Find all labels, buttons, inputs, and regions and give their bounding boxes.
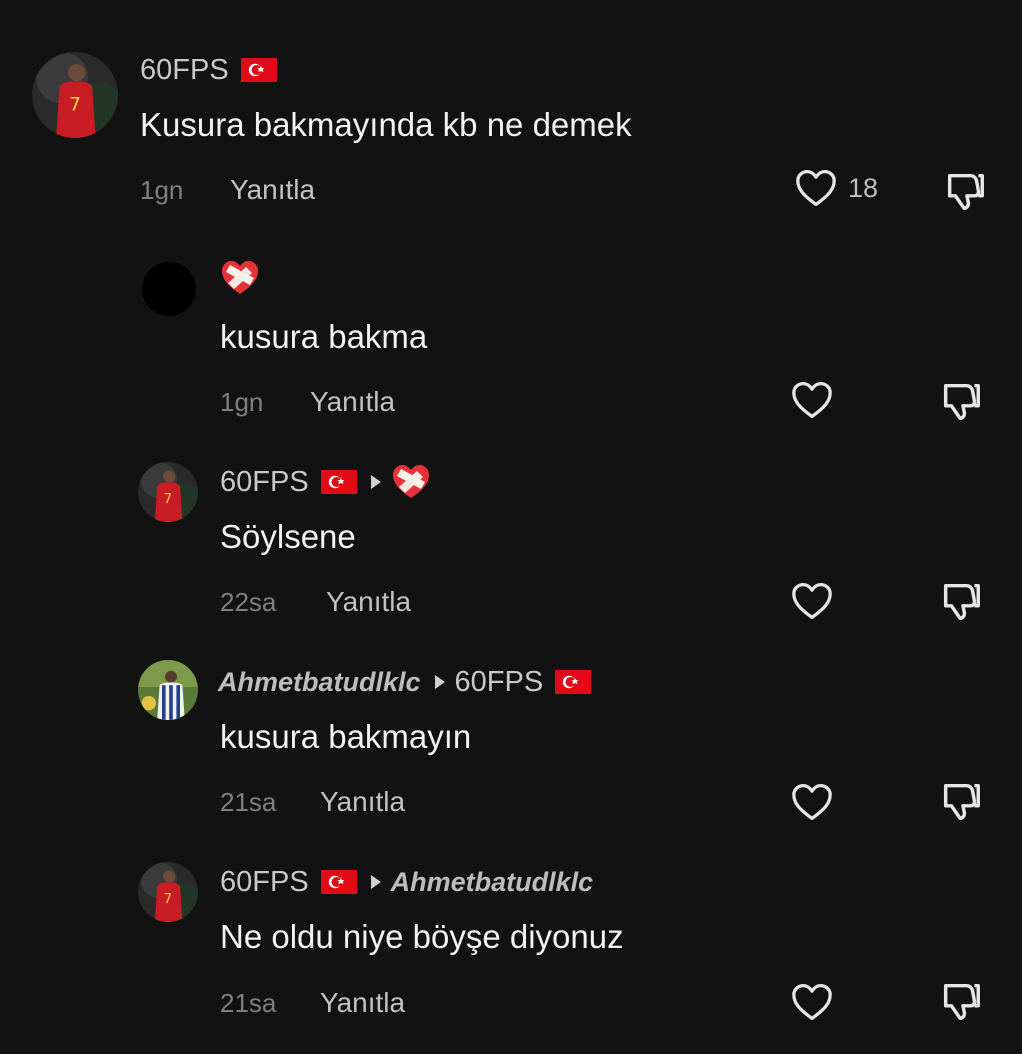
comment-header: 60FPS Ahmetbatudlklc [220,864,593,900]
dislike-button[interactable] [938,378,984,424]
timestamp: 1gn [220,386,264,417]
turkey-flag-icon [321,470,357,494]
striped-jersey-player-avatar [138,660,198,720]
comment-text: Ne oldu niye böyşe diyonuz [220,918,624,955]
dislike-button[interactable] [938,778,984,824]
username[interactable]: Ahmetbatudlklc [218,667,421,698]
reply-button[interactable]: Yanıtla [310,386,395,418]
comment-header: 60FPS [140,52,277,88]
comment-text: Söylsene [220,518,356,555]
thumbs-down-icon [938,978,984,1024]
comment-text: kusura bakma [220,318,428,355]
reply-arrow-icon [370,875,381,889]
reply-button[interactable]: Yanıtla [320,786,405,818]
comment-meta: 1gn Yanıtla [140,172,315,208]
avatar[interactable] [138,862,198,922]
heart-outline-icon [790,782,834,822]
username[interactable]: 60FPS [220,866,309,899]
dislike-button[interactable] [938,978,984,1024]
username[interactable]: 60FPS [140,54,229,87]
comment-meta: 1gn Yanıtla [220,384,395,420]
turkey-flag-icon [555,670,591,694]
turkey-flag-icon [241,58,277,82]
like-button[interactable] [790,782,834,822]
heart-outline-icon [794,168,838,208]
timestamp: 1gn [140,174,184,205]
heart-outline-icon [790,982,834,1022]
dislike-button[interactable] [942,168,988,214]
thumbs-down-icon [938,378,984,424]
timestamp: 22sa [220,586,277,617]
username[interactable]: 60FPS [220,466,309,499]
like-button[interactable]: 18 [794,168,878,208]
comment-meta: 22sa Yanıtla [220,584,411,620]
avatar[interactable] [138,660,198,720]
like-button[interactable] [790,982,834,1022]
reply-button[interactable]: Yanıtla [230,174,315,206]
reply-to-username[interactable]: 60FPS [455,666,544,699]
heart-outline-icon [790,581,834,621]
heart-outline-icon [790,380,834,420]
mending-heart-icon [391,463,431,501]
red-jersey-7-player-avatar [32,52,118,138]
timestamp: 21sa [220,786,277,817]
reply-button[interactable]: Yanıtla [326,586,411,618]
like-button[interactable] [790,581,834,621]
comment-meta: 21sa Yanıtla [220,784,405,820]
reply-to-username[interactable]: Ahmetbatudlklc [391,867,594,898]
reply-button[interactable]: Yanıtla [320,987,405,1019]
comment-text: kusura bakmayın [220,718,472,755]
thumbs-down-icon [942,168,988,214]
thumbs-down-icon [938,778,984,824]
timestamp: 21sa [220,987,277,1018]
like-count: 18 [848,172,879,203]
avatar[interactable] [142,262,196,316]
red-jersey-7-player-avatar [138,462,198,522]
red-jersey-7-player-avatar [138,862,198,922]
avatar[interactable] [138,462,198,522]
mending-heart-icon [220,259,260,297]
avatar[interactable] [32,52,118,138]
reply-arrow-icon [370,475,381,489]
dislike-button[interactable] [938,578,984,624]
comment-header: 60FPS [220,464,431,500]
comment-header [220,260,260,296]
turkey-flag-icon [321,870,357,894]
comment-text: Kusura bakmayında kb ne demek [140,106,632,143]
reply-arrow-icon [434,675,445,689]
like-button[interactable] [790,380,834,420]
comment-header: Ahmetbatudlklc 60FPS [218,664,591,700]
thumbs-down-icon [938,578,984,624]
comment-meta: 21sa Yanıtla [220,985,405,1021]
